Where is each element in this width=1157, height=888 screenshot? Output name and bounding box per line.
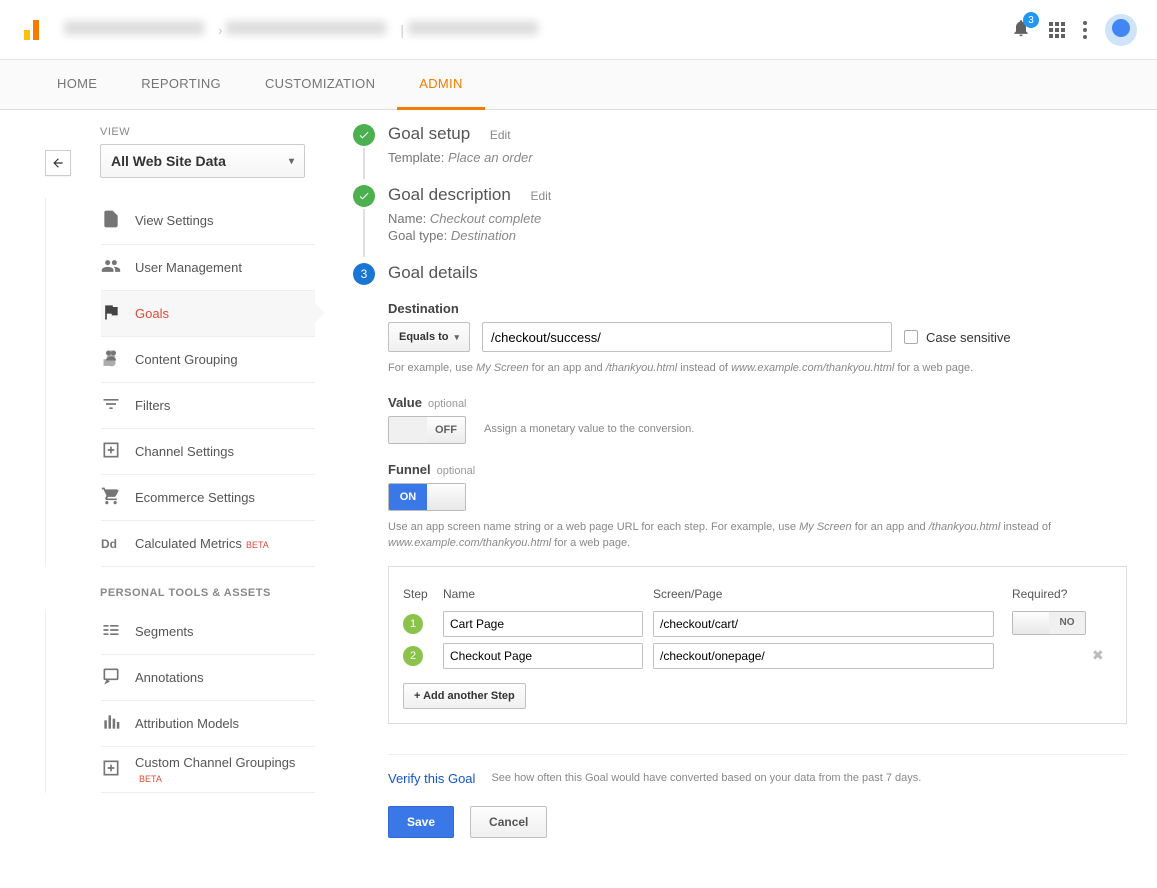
verify-hint: See how often this Goal would have conve… bbox=[491, 772, 921, 784]
funnel-steps-box: Step Name Screen/Page Required? 1 NO bbox=[388, 566, 1127, 724]
user-avatar[interactable] bbox=[1105, 14, 1137, 46]
check-icon bbox=[358, 129, 370, 141]
step-3-indicator: 3 bbox=[353, 263, 375, 285]
verify-goal-link[interactable]: Verify this Goal bbox=[388, 771, 475, 786]
bars-icon bbox=[101, 712, 121, 732]
sidebar-item-custom-channel-groupings[interactable]: Custom Channel GroupingsBETA bbox=[101, 747, 315, 793]
apps-icon[interactable] bbox=[1049, 22, 1065, 38]
view-label: VIEW bbox=[100, 126, 330, 138]
save-button[interactable]: Save bbox=[388, 806, 454, 838]
sidebar-item-content-grouping[interactable]: Content Grouping bbox=[101, 336, 315, 382]
remove-step-icon[interactable]: ✖ bbox=[1092, 647, 1104, 663]
segments-icon bbox=[101, 620, 121, 640]
check-icon bbox=[358, 190, 370, 202]
funnel-step-page-input[interactable] bbox=[653, 611, 994, 637]
step-setup-title: Goal setup bbox=[388, 124, 470, 144]
add-step-button[interactable]: + Add another Step bbox=[403, 683, 526, 709]
destination-label: Destination bbox=[388, 301, 1127, 316]
cancel-button[interactable]: Cancel bbox=[470, 806, 547, 838]
sidebar-item-goals[interactable]: Goals bbox=[101, 290, 315, 336]
tab-admin[interactable]: ADMIN bbox=[397, 60, 484, 110]
notifications-button[interactable]: 3 bbox=[1011, 18, 1031, 41]
sidebar: VIEW All Web Site Data View Settings Use… bbox=[0, 110, 330, 888]
value-label: Valueoptional bbox=[388, 395, 1127, 410]
step-details-title: Goal details bbox=[388, 263, 478, 283]
destination-match-type[interactable]: Equals to bbox=[388, 322, 470, 352]
funnel-step-name-input[interactable] bbox=[443, 611, 643, 637]
sidebar-item-filters[interactable]: Filters bbox=[101, 382, 315, 428]
grouping-icon bbox=[101, 348, 121, 368]
flag-icon bbox=[101, 302, 121, 322]
people-icon bbox=[101, 256, 121, 276]
main-content: Goal setup Edit Template: Place an order… bbox=[330, 110, 1157, 888]
step-2-indicator bbox=[353, 185, 375, 207]
funnel-step-required-toggle[interactable]: NO bbox=[1012, 611, 1086, 635]
sidebar-item-view-settings[interactable]: View Settings bbox=[101, 198, 315, 244]
sidebar-item-channel-settings[interactable]: Channel Settings bbox=[101, 428, 315, 474]
funnel-step-row: 2 ✖ bbox=[403, 643, 1112, 669]
view-selector[interactable]: All Web Site Data bbox=[100, 144, 305, 178]
custom-channel-icon bbox=[101, 758, 121, 778]
funnel-step-number: 1 bbox=[403, 614, 423, 634]
tab-reporting[interactable]: REPORTING bbox=[119, 60, 243, 109]
filter-icon bbox=[101, 394, 121, 414]
destination-hint: For example, use My Screen for an app an… bbox=[388, 360, 1127, 377]
funnel-step-number: 2 bbox=[403, 646, 423, 666]
step-description-edit[interactable]: Edit bbox=[530, 189, 551, 203]
sidebar-item-segments[interactable]: Segments bbox=[101, 609, 315, 655]
tab-home[interactable]: HOME bbox=[35, 60, 119, 109]
step-setup-edit[interactable]: Edit bbox=[490, 128, 511, 142]
sidebar-item-annotations[interactable]: Annotations bbox=[101, 655, 315, 701]
destination-input[interactable] bbox=[482, 322, 892, 352]
notification-badge: 3 bbox=[1023, 12, 1039, 28]
value-hint: Assign a monetary value to the conversio… bbox=[484, 421, 694, 438]
annotations-icon bbox=[101, 666, 121, 686]
cart-icon bbox=[101, 486, 121, 506]
funnel-step-row: 1 NO bbox=[403, 611, 1112, 637]
main-tabs: HOME REPORTING CUSTOMIZATION ADMIN bbox=[0, 60, 1157, 110]
dd-icon: Dd bbox=[101, 537, 117, 551]
funnel-hint: Use an app screen name string or a web p… bbox=[388, 519, 1127, 552]
step-1-indicator bbox=[353, 124, 375, 146]
sidebar-item-attribution-models[interactable]: Attribution Models bbox=[101, 701, 315, 747]
funnel-label: Funneloptional bbox=[388, 462, 1127, 477]
channel-icon bbox=[101, 440, 121, 460]
step-description-title: Goal description bbox=[388, 185, 511, 205]
analytics-logo bbox=[20, 18, 44, 42]
value-toggle[interactable]: OFF bbox=[388, 416, 466, 444]
case-sensitive-checkbox[interactable] bbox=[904, 330, 918, 344]
section-label-personal: PERSONAL TOOLS & ASSETS bbox=[100, 587, 330, 599]
sidebar-item-user-management[interactable]: User Management bbox=[101, 244, 315, 290]
case-sensitive-label: Case sensitive bbox=[926, 330, 1011, 345]
more-icon[interactable] bbox=[1083, 21, 1087, 39]
back-button[interactable] bbox=[45, 150, 71, 176]
funnel-step-name-input[interactable] bbox=[443, 643, 643, 669]
breadcrumb: › | bbox=[64, 21, 1011, 38]
back-arrow-icon bbox=[51, 156, 65, 170]
app-header: › | 3 bbox=[0, 0, 1157, 60]
sidebar-item-calculated-metrics[interactable]: DdCalculated MetricsBETA bbox=[101, 520, 315, 566]
funnel-step-page-input[interactable] bbox=[653, 643, 994, 669]
sidebar-item-ecommerce-settings[interactable]: Ecommerce Settings bbox=[101, 474, 315, 520]
funnel-toggle[interactable]: ON bbox=[388, 483, 466, 511]
file-icon bbox=[101, 209, 121, 229]
tab-customization[interactable]: CUSTOMIZATION bbox=[243, 60, 397, 109]
